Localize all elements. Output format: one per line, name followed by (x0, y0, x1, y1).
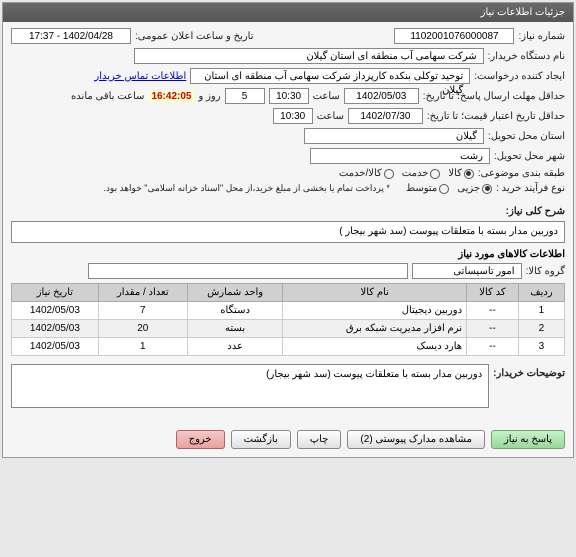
goods-group-label: گروه کالا: (526, 266, 565, 277)
back-button[interactable]: بازگشت (231, 430, 291, 449)
respond-button[interactable]: پاسخ به نیاز (491, 430, 565, 449)
cell-name: دوربین دیجیتال (283, 302, 467, 320)
remaining-label: ساعت باقی مانده (71, 91, 144, 102)
print-button[interactable]: چاپ (297, 430, 342, 449)
table-row: 2--نرم افزار مدیریت شبکه برقبسته201402/0… (12, 320, 565, 338)
cell-qty: 7 (98, 302, 187, 320)
radio-motevaset-label: متوسط (406, 183, 437, 194)
cell-unit: عدد (187, 338, 283, 356)
radio-jozi[interactable] (482, 184, 492, 194)
th-unit: واحد شمارش (187, 284, 283, 302)
goods-group-value: امور تاسیساتی (412, 263, 522, 279)
credit-label: حداقل تاریخ اعتبار قیمت؛ تا تاریخ: (427, 111, 565, 122)
cell-unit: دستگاه (187, 302, 283, 320)
cell-code: -- (467, 302, 519, 320)
contact-info-link[interactable]: اطلاعات تماس خریدار (94, 71, 186, 82)
cell-qty: 20 (98, 320, 187, 338)
cell-row: 2 (518, 320, 564, 338)
panel-title: جزئیات اطلاعات نیاز (3, 3, 573, 22)
need-no-label: شماره نیاز: (518, 31, 565, 42)
saat-label-2: ساعت (317, 111, 344, 122)
items-table: ردیف کد کالا نام کالا واحد شمارش تعداد /… (11, 283, 565, 356)
purchase-radios: جزیی متوسط (406, 183, 492, 194)
need-no-value: 1102001076000087 (394, 28, 514, 44)
exit-button[interactable]: خروج (176, 430, 225, 449)
purchase-type-label: نوع فرآیند خرید : (496, 183, 565, 194)
buyer-notes-label: توضیحات خریدار: (493, 364, 565, 379)
items-section-title: اطلاعات کالاهای مورد نیاز (11, 249, 565, 260)
cell-code: -- (467, 320, 519, 338)
th-code: کد کالا (467, 284, 519, 302)
deadline-time: 10:30 (269, 88, 309, 104)
cell-row: 3 (518, 338, 564, 356)
category-radios: کالا خدمت کالا/خدمت (339, 168, 474, 179)
city-value: رشت (310, 148, 490, 164)
button-bar: پاسخ به نیاز مشاهده مدارک پیوستی (2) چاپ… (3, 422, 573, 457)
creator-value: توحید توکلی بنکده کارپرداز شرکت سهامی آب… (190, 68, 470, 84)
cell-name: هارد دیسک (283, 338, 467, 356)
province-label: استان محل تحویل: (488, 131, 565, 142)
payment-note: * پرداخت تمام یا بخشی از مبلغ خرید،از مح… (103, 183, 389, 194)
general-desc-label: شرح کلی نیاز: (506, 206, 565, 217)
radio-khadamat[interactable] (430, 169, 440, 179)
days-left: 5 (225, 88, 265, 104)
radio-khadamat-label: خدمت (402, 168, 429, 179)
cell-unit: بسته (187, 320, 283, 338)
th-qty: تعداد / مقدار (98, 284, 187, 302)
th-row: ردیف (518, 284, 564, 302)
cell-date: 1402/05/03 (12, 302, 99, 320)
buyer-name-value: شرکت سهامی آب منطقه ای استان گیلان (134, 48, 484, 64)
radio-both[interactable] (384, 169, 394, 179)
th-name: نام کالا (283, 284, 467, 302)
category-label: طبقه بندی موضوعی: (478, 168, 565, 179)
creator-label: ایجاد کننده درخواست: (474, 71, 565, 82)
city-label: شهر محل تحویل: (494, 151, 565, 162)
table-row: 3--هارد دیسکعدد11402/05/03 (12, 338, 565, 356)
form-area: شماره نیاز: 1102001076000087 تاریخ و ساع… (3, 22, 573, 422)
attachments-button[interactable]: مشاهده مدارک پیوستی (2) (347, 430, 485, 449)
province-value: گیلان (304, 128, 484, 144)
cell-row: 1 (518, 302, 564, 320)
general-desc-value: دوربین مدار بسته با متعلقات پیوست (سد شه… (11, 221, 565, 243)
announce-label: تاریخ و ساعت اعلان عمومی: (135, 31, 254, 42)
details-panel: جزئیات اطلاعات نیاز شماره نیاز: 11020010… (2, 2, 574, 458)
countdown-timer: 16:42:05 (148, 91, 194, 102)
radio-kala-label: کالا (448, 168, 462, 179)
radio-motevaset[interactable] (439, 184, 449, 194)
announce-value: 1402/04/28 - 17:37 (11, 28, 131, 44)
rooz-label: روز و (198, 91, 220, 102)
cell-date: 1402/05/03 (12, 338, 99, 356)
credit-time: 10:30 (273, 108, 313, 124)
goods-group-extra (88, 263, 408, 279)
cell-qty: 1 (98, 338, 187, 356)
th-date: تاریخ نیاز (12, 284, 99, 302)
radio-both-label: کالا/خدمت (339, 168, 382, 179)
radio-jozi-label: جزیی (457, 183, 480, 194)
cell-name: نرم افزار مدیریت شبکه برق (283, 320, 467, 338)
buyer-name-label: نام دستگاه خریدار: (488, 51, 565, 62)
table-row: 1--دوربین دیجیتالدستگاه71402/05/03 (12, 302, 565, 320)
credit-date: 1402/07/30 (348, 108, 423, 124)
deadline-label: حداقل مهلت ارسال پاسخ؛ تا تاریخ: (423, 91, 565, 102)
saat-label-1: ساعت (313, 91, 340, 102)
deadline-date: 1402/05/03 (344, 88, 419, 104)
radio-kala[interactable] (464, 169, 474, 179)
cell-date: 1402/05/03 (12, 320, 99, 338)
cell-code: -- (467, 338, 519, 356)
buyer-notes-value: دوربین مدار بسته با متعلقات پیوست (سد شه… (11, 364, 489, 408)
